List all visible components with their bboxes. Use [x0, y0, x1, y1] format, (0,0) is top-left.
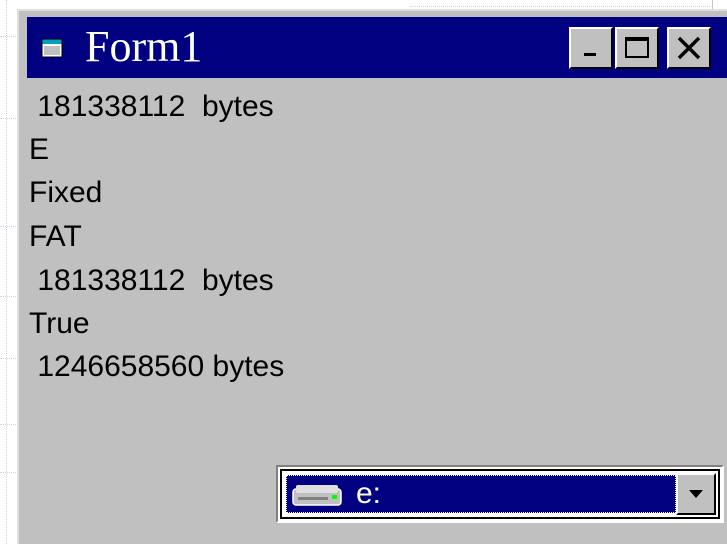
output-line-drive-letter: E — [29, 133, 50, 166]
minimize-button[interactable] — [569, 27, 613, 69]
drive-list-box[interactable]: e: — [276, 465, 724, 523]
background-guide-line — [6, 0, 7, 544]
maximize-button[interactable] — [615, 27, 659, 69]
output-line-file-system: FAT — [29, 220, 82, 253]
drive-list-field[interactable]: e: — [280, 469, 720, 519]
minimize-icon — [584, 53, 596, 56]
hard-drive-icon — [292, 485, 342, 506]
drive-dropdown-button[interactable] — [676, 473, 716, 515]
chevron-down-icon — [689, 490, 703, 498]
output-line-drive-type: Fixed — [29, 176, 103, 209]
output-line-free-space: 181338112 bytes — [29, 264, 274, 297]
close-button[interactable] — [667, 27, 711, 69]
form-window: Form1 181338112 bytes E Fixed FAT 181338… — [17, 9, 727, 544]
drive-selected-item[interactable]: e: — [286, 475, 676, 513]
title-bar[interactable]: Form1 — [27, 17, 727, 78]
maximize-icon — [625, 37, 649, 58]
output-line-is-ready: True — [29, 307, 90, 340]
close-icon — [677, 36, 701, 60]
background-guide-line — [410, 6, 710, 7]
form-icon — [41, 38, 63, 58]
window-title: Form1 — [85, 22, 203, 71]
drive-selected-label: e: — [356, 477, 382, 510]
output-line-total-space: 181338112 bytes — [29, 90, 274, 123]
output-line-total-size: 1246658560 bytes — [29, 350, 285, 383]
